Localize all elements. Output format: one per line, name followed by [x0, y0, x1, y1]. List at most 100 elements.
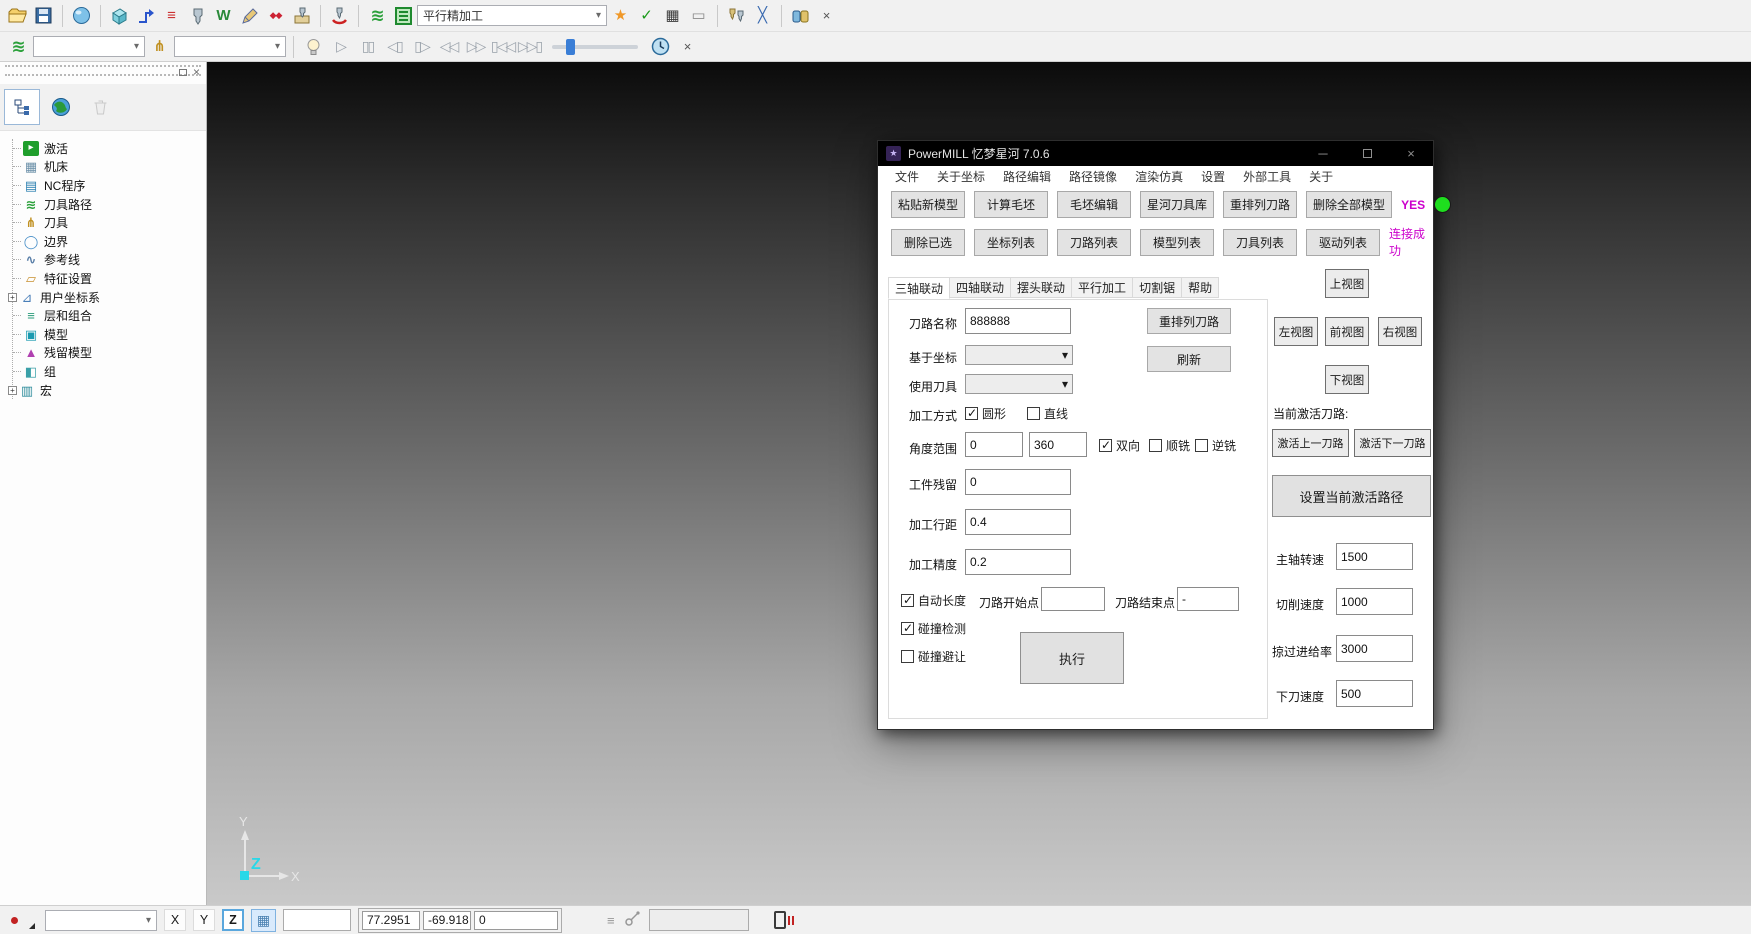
rewind-button[interactable]: ◁◁ [436, 34, 461, 59]
view-front-button[interactable]: 前视图 [1325, 317, 1369, 346]
ruler-icon[interactable]: ▭ [686, 3, 711, 28]
climb-mill-checkbox[interactable]: 顺铣 [1149, 437, 1190, 454]
simulation-speed-slider[interactable] [552, 45, 638, 49]
strategy-combo[interactable]: 平行精加工 ▾ [417, 5, 607, 26]
tree-item-workplanes[interactable]: ⊿用户坐标系 [13, 288, 206, 307]
rapid-heights-icon[interactable] [133, 3, 158, 28]
linear-checkbox[interactable]: 直线 [1027, 405, 1068, 422]
tree-item-boundaries[interactable]: ◯边界 [13, 232, 206, 251]
spindle-speed-input[interactable] [1336, 543, 1413, 570]
tree-item-models[interactable]: ▣模型 [13, 325, 206, 344]
model-list-button[interactable]: 模型列表 [1140, 229, 1214, 256]
toolpath-spring-icon[interactable]: ≋ [365, 3, 390, 28]
tab-head-tilt[interactable]: 摆头联动 [1010, 277, 1072, 298]
panel-grip[interactable] [5, 65, 201, 71]
lightbulb-icon[interactable] [301, 34, 326, 59]
menu-path-edit[interactable]: 路径编辑 [994, 168, 1060, 185]
view-top-button[interactable]: 上视图 [1325, 269, 1369, 298]
tree-item-activate[interactable]: ▸激活 [13, 139, 206, 158]
tab-help[interactable]: 帮助 [1181, 277, 1219, 298]
angle-to-input[interactable] [1029, 432, 1087, 457]
create-block-icon[interactable] [107, 3, 132, 28]
tree-item-levels[interactable]: ≡层和组合 [13, 306, 206, 325]
tab-3axis[interactable]: 三轴联动 [888, 277, 950, 299]
toolpath-name-input[interactable] [965, 308, 1071, 334]
rearrange-toolpath-button[interactable]: 重排列刀路 [1223, 191, 1297, 218]
go-end-button[interactable]: ▷▷▯ [517, 34, 542, 59]
axis-y-button[interactable]: Y [193, 909, 215, 931]
draw-mode-combo[interactable] [4, 909, 38, 931]
activate-next-button[interactable]: 激活下一刀路 [1354, 429, 1431, 457]
tool-holder-icon[interactable]: W [211, 3, 236, 28]
coordinate-list-icon[interactable]: ≡ [607, 913, 615, 928]
minimize-button[interactable]: ─ [1301, 141, 1345, 166]
feeds-speeds-icon[interactable]: ≡ [159, 3, 184, 28]
float-panel-icon[interactable] [179, 69, 187, 76]
collision-check-icon[interactable] [327, 3, 352, 28]
end-point-input[interactable] [1177, 587, 1239, 611]
maximize-button[interactable] [1345, 141, 1389, 166]
statusbar-field-1[interactable] [283, 909, 351, 931]
edit-stock-button[interactable]: 毛坯编辑 [1057, 191, 1131, 218]
panel-grip[interactable] [5, 74, 201, 80]
dialog-titlebar[interactable]: ★ PowerMILL 忆梦星河 7.0.6 ─ × [878, 141, 1433, 166]
paste-new-model-button[interactable]: 粘贴新模型 [891, 191, 965, 218]
tool-block-icon[interactable] [289, 3, 314, 28]
use-tool-combo[interactable]: ▾ [965, 374, 1073, 394]
grid-snap-button[interactable]: ▦ [251, 909, 276, 932]
tree-item-machine[interactable]: ▦机床 [13, 158, 206, 177]
angle-from-input[interactable] [965, 432, 1023, 457]
open-file-icon[interactable] [5, 3, 30, 28]
statusbar-combo[interactable]: ▾ [45, 910, 157, 931]
execute-button[interactable]: 执行 [1020, 632, 1124, 684]
calc-stock-button[interactable]: 计算毛坯 [974, 191, 1048, 218]
save-icon[interactable] [31, 3, 56, 28]
pause-button[interactable]: ▯▯ [355, 34, 380, 59]
stock-allowance-input[interactable] [965, 469, 1071, 495]
star-toolpath-icon[interactable]: ★ [608, 3, 633, 28]
axis-z-button[interactable]: Z [222, 909, 244, 931]
cutting-feed-input[interactable] [1336, 588, 1413, 615]
tab-saw[interactable]: 切割锯 [1132, 277, 1182, 298]
auto-length-checkbox[interactable]: 自动长度 [901, 592, 966, 609]
close-button[interactable]: × [1389, 141, 1433, 166]
tool-verify-icon[interactable]: ✓ [634, 3, 659, 28]
activate-prev-button[interactable]: 激活上一刀路 [1272, 429, 1349, 457]
collision-avoid-checkbox[interactable]: 碰撞避让 [901, 648, 966, 665]
tree-item-stock-models[interactable]: ▲残留模型 [13, 344, 206, 363]
view-right-button[interactable]: 右视图 [1378, 317, 1422, 346]
recycle-bin-tab[interactable] [82, 89, 118, 125]
tool-pair-icon[interactable] [724, 3, 749, 28]
strategy-list-icon[interactable] [391, 3, 416, 28]
set-active-path-button[interactable]: 设置当前激活路径 [1272, 475, 1431, 517]
step-back-button[interactable]: ◁▯ [382, 34, 407, 59]
menu-coords[interactable]: 关于坐标 [928, 168, 994, 185]
menu-about[interactable]: 关于 [1300, 168, 1342, 185]
rearrange-toolpath-button-2[interactable]: 重排列刀路 [1147, 308, 1231, 334]
coord-list-button[interactable]: 坐标列表 [974, 229, 1048, 256]
create-tool-icon[interactable] [185, 3, 210, 28]
cylinders-icon[interactable] [788, 3, 813, 28]
circular-checkbox[interactable]: 圆形 [965, 405, 1006, 422]
stepover-input[interactable] [965, 509, 1071, 535]
menu-render-sim[interactable]: 渲染仿真 [1126, 168, 1192, 185]
view-left-button[interactable]: 左视图 [1274, 317, 1318, 346]
tree-item-patterns[interactable]: ∿参考线 [13, 251, 206, 270]
menu-settings[interactable]: 设置 [1192, 168, 1234, 185]
close-toolbar-icon[interactable]: × [814, 3, 839, 28]
plunge-feed-input[interactable] [1336, 680, 1413, 707]
transform-icon[interactable]: ╳ [750, 3, 775, 28]
menu-file[interactable]: 文件 [886, 168, 928, 185]
coord-z-value[interactable]: 0 [474, 911, 558, 930]
coord-y-value[interactable]: -69.918 [423, 911, 471, 930]
expand-icon[interactable] [8, 293, 17, 302]
coord-x-value[interactable]: 77.2951 [362, 911, 420, 930]
drive-list-button[interactable]: 驱动列表 [1306, 229, 1380, 256]
slider-handle[interactable] [566, 39, 575, 55]
fast-forward-button[interactable]: ▷▷ [463, 34, 488, 59]
conventional-mill-checkbox[interactable]: 逆铣 [1195, 437, 1236, 454]
calculator-icon[interactable]: ▦ [660, 3, 685, 28]
delete-all-models-button[interactable]: 删除全部模型 [1306, 191, 1392, 218]
clock-icon[interactable] [648, 34, 673, 59]
ncprogram-combo[interactable]: ▾ [33, 36, 145, 57]
